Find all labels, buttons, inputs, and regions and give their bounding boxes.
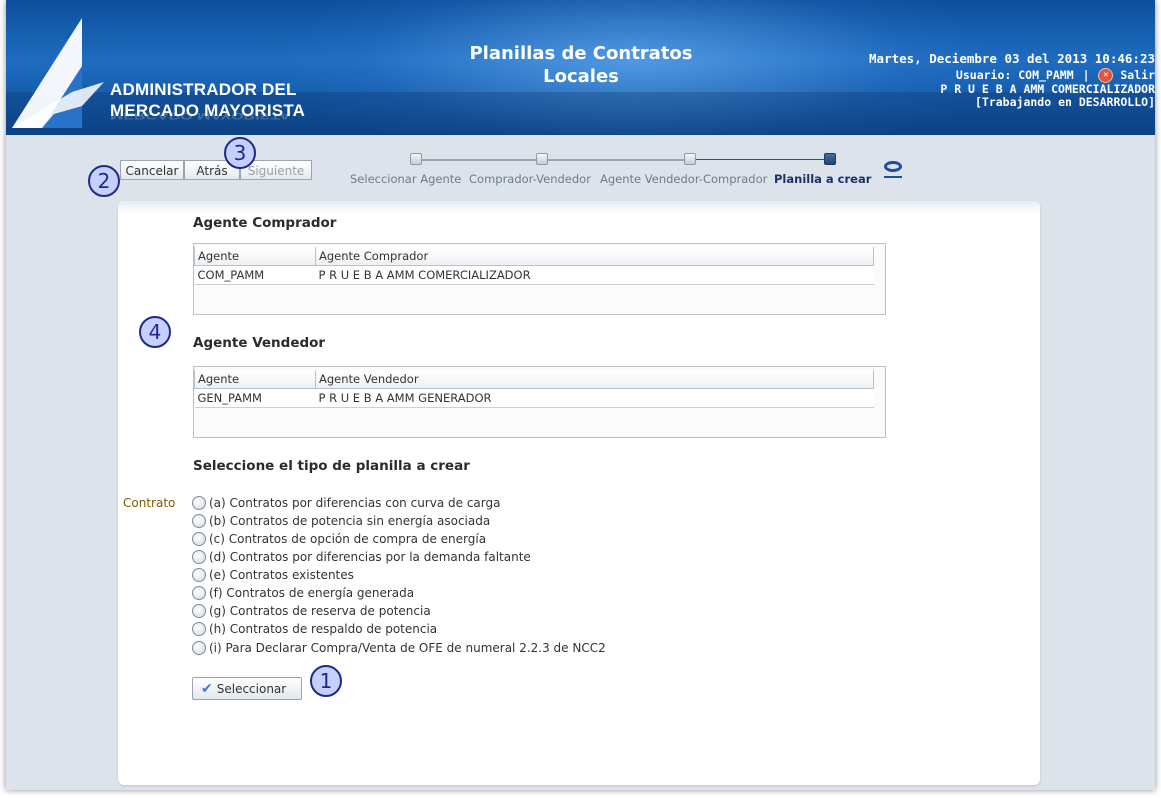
- contract-option[interactable]: (c) Contratos de opción de compra de ene…: [192, 530, 486, 548]
- app-window: ADMINISTRADOR DEL MERCADO MAYORISTA MERC…: [6, 0, 1155, 790]
- selection-heading: Seleccione el tipo de planilla a crear: [193, 458, 470, 474]
- agent-name-cell: P R U E B A AMM GENERADOR: [315, 388, 874, 408]
- contract-option[interactable]: (i) Para Declarar Compra/Venta de OFE de…: [192, 639, 606, 657]
- radio-button[interactable]: [192, 621, 206, 636]
- agent-code-cell: GEN_PAMM: [194, 388, 316, 408]
- column-header[interactable]: Agente: [194, 247, 316, 266]
- contract-option[interactable]: (d) Contratos por diferencias por la dem…: [192, 548, 531, 566]
- amm-logo-icon: [12, 18, 104, 128]
- checkmark-icon: ✔: [201, 681, 213, 697]
- seller-table: Agente Agente Vendedor GEN_PAMM P R U E …: [193, 366, 886, 438]
- cancel-button[interactable]: Cancelar: [120, 160, 184, 180]
- train-connector: [416, 159, 538, 161]
- agent-name-cell: P R U E B A AMM COMERCIALIZADOR: [315, 265, 874, 285]
- oracle-logo-icon: [884, 161, 902, 178]
- environment-label: [Trabajando en DESARROLLO]: [974, 95, 1155, 109]
- page-title: Planillas de Contratos Locales: [469, 43, 693, 87]
- main-panel: Agente Comprador Agente Agente Comprador…: [118, 201, 1040, 785]
- contract-option[interactable]: (g) Contratos de reserva de potencia: [192, 602, 431, 620]
- radio-button[interactable]: [192, 567, 206, 582]
- callout-badge: 2: [88, 165, 120, 197]
- contract-field-label: Contrato: [123, 496, 176, 510]
- train-step-label[interactable]: Comprador-Vendedor: [469, 172, 591, 186]
- buyer-table: Agente Agente Comprador COM_PAMM P R U E…: [193, 243, 886, 315]
- train-stop[interactable]: [684, 153, 696, 165]
- radio-button[interactable]: [192, 495, 206, 510]
- brand-reflection: MERCADO MAYORISTA: [110, 110, 291, 121]
- table-row[interactable]: GEN_PAMM P R U E B A AMM GENERADOR: [194, 388, 874, 408]
- column-header[interactable]: Agente Vendedor: [315, 370, 874, 389]
- contract-option[interactable]: (e) Contratos existentes: [192, 566, 354, 584]
- column-header[interactable]: Agente: [194, 370, 316, 389]
- agent-code-cell: COM_PAMM: [194, 265, 316, 285]
- radio-button[interactable]: [192, 585, 206, 600]
- radio-button[interactable]: [192, 531, 206, 546]
- radio-button[interactable]: [192, 549, 206, 564]
- callout-badge: 3: [224, 137, 256, 169]
- column-header[interactable]: Agente Comprador: [315, 247, 874, 266]
- select-button[interactable]: ✔ Seleccionar: [192, 677, 302, 700]
- radio-button[interactable]: [192, 640, 206, 655]
- logout-link[interactable]: Salir: [1120, 68, 1155, 82]
- train-step-label[interactable]: Agente Vendedor-Comprador: [600, 172, 767, 186]
- contract-option[interactable]: (b) Contratos de potencia sin energía as…: [192, 512, 490, 530]
- callout-badge: 1: [310, 665, 342, 697]
- seller-heading: Agente Vendedor: [193, 335, 326, 351]
- brand-name-line1: ADMINISTRADOR DEL: [110, 80, 297, 99]
- radio-button[interactable]: [192, 603, 206, 618]
- train-step-label[interactable]: Seleccionar Agente: [350, 172, 461, 186]
- train-stop[interactable]: [410, 153, 422, 165]
- table-row[interactable]: COM_PAMM P R U E B A AMM COMERCIALIZADOR: [194, 265, 874, 285]
- current-date: Martes, Deciembre 03 del 2013 10:46:23: [869, 51, 1155, 66]
- radio-button[interactable]: [192, 513, 206, 528]
- train-stop[interactable]: [536, 153, 548, 165]
- callout-badge: 4: [139, 316, 171, 348]
- train-step-label-current: Planilla a crear: [774, 172, 872, 186]
- contract-option[interactable]: (h) Contratos de respaldo de potencia: [192, 620, 437, 638]
- train-connector: [544, 159, 686, 161]
- contract-option[interactable]: (f) Contratos de energía generada: [192, 584, 414, 602]
- logout-icon[interactable]: ✕: [1098, 68, 1114, 83]
- header-banner: ADMINISTRADOR DEL MERCADO MAYORISTA MERC…: [6, 0, 1155, 135]
- contract-option[interactable]: (a) Contratos por diferencias con curva …: [192, 494, 500, 512]
- buyer-heading: Agente Comprador: [193, 215, 337, 231]
- train-connector: [692, 159, 826, 160]
- train-stop-current: [824, 153, 836, 165]
- session-info: Martes, Deciembre 03 del 2013 10:46:23 U…: [869, 52, 1155, 109]
- separator: |: [1082, 68, 1090, 82]
- user-label: Usuario: COM_PAMM: [955, 68, 1074, 82]
